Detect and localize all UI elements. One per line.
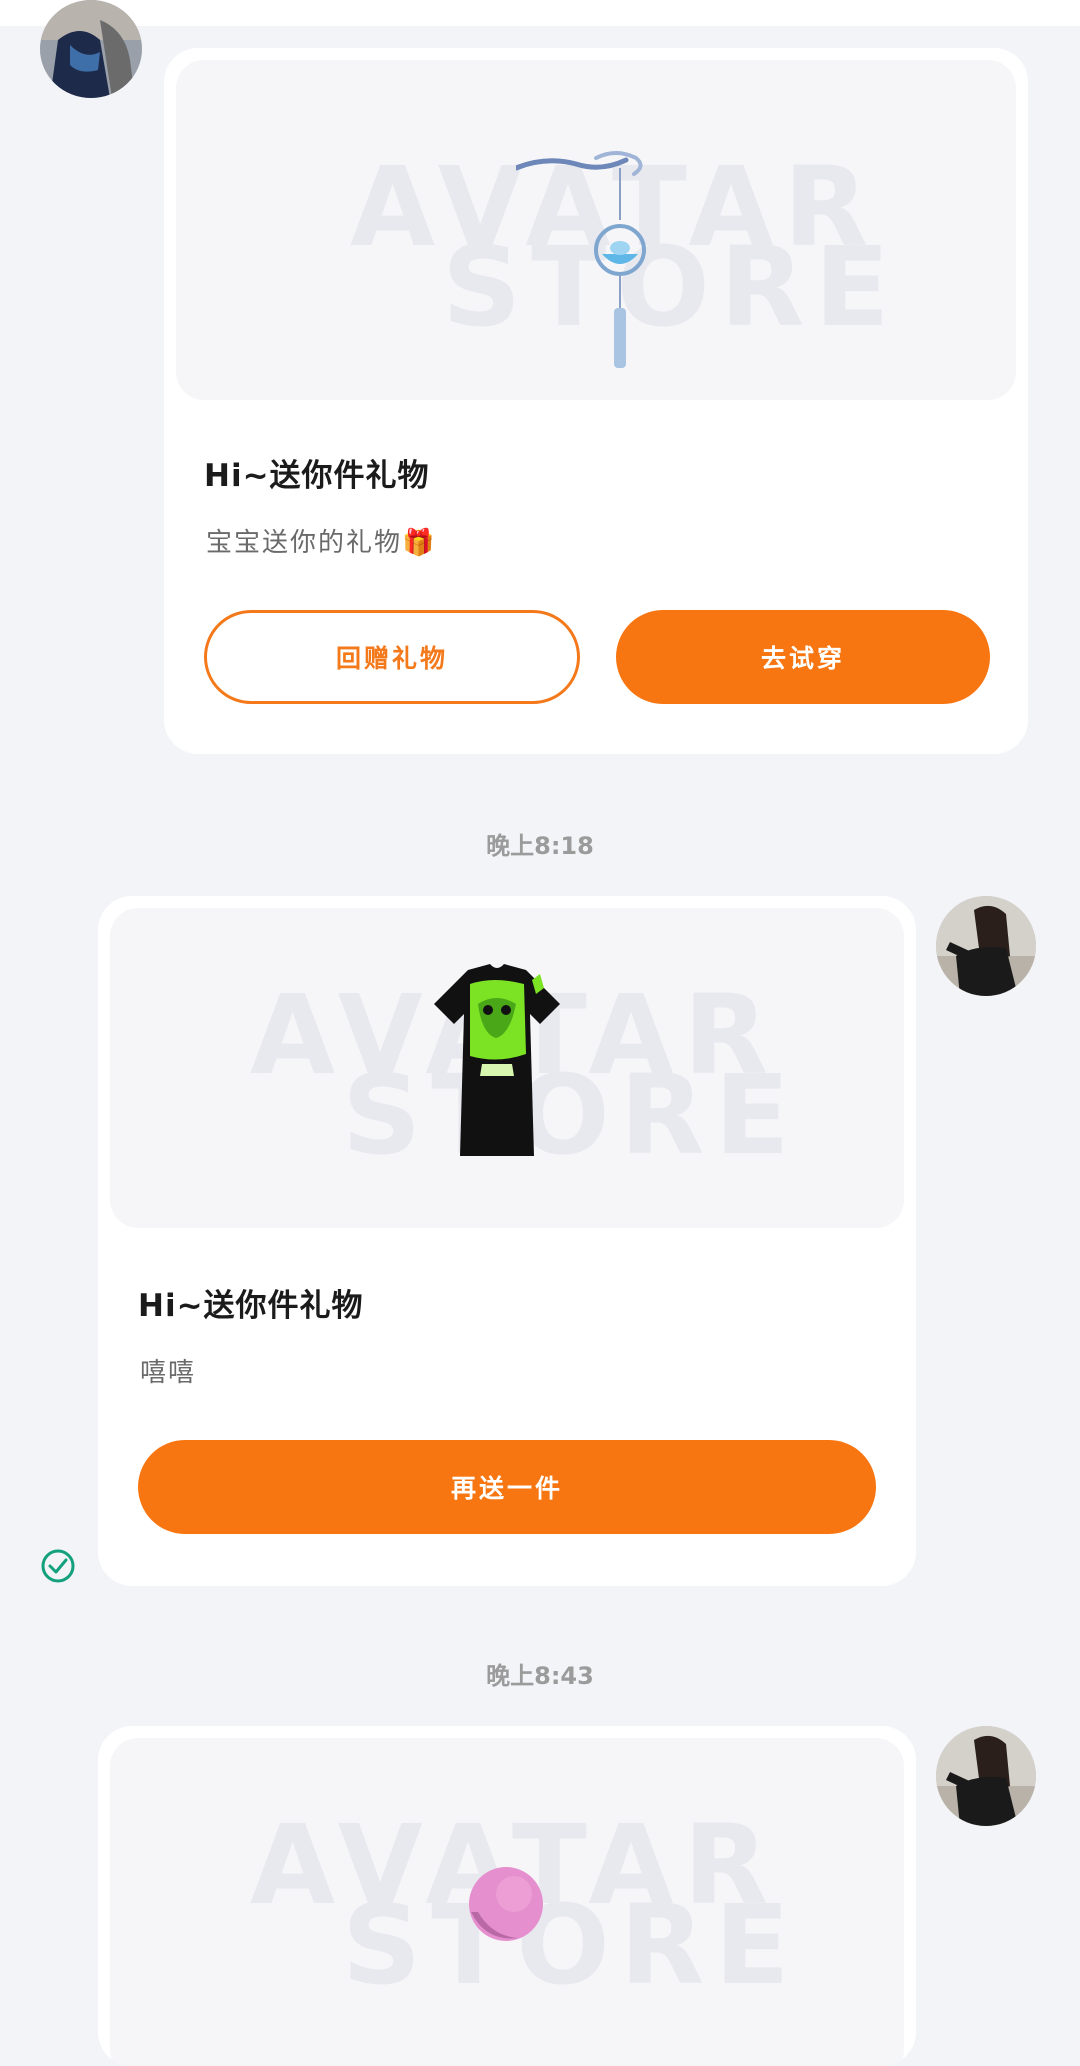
timestamp: 晚上8:18 (486, 832, 594, 860)
gift-card: AVATAR STORE Hi~送你件礼物 嘻嘻 再送一件 (98, 896, 916, 1586)
watermark-store: STORE (342, 1881, 800, 2009)
gift-title: Hi~送你件礼物 (138, 1288, 364, 1324)
top-strip (0, 0, 1080, 26)
gift-card: AVATAR STORE (98, 1726, 916, 2066)
return-gift-button[interactable]: 回赠礼物 (204, 610, 580, 704)
sender-avatar[interactable] (40, 0, 142, 98)
watermark-store: STORE (342, 1051, 800, 1179)
my-avatar[interactable] (936, 1726, 1036, 1826)
gift-message: 宝宝送你的礼物🎁 (206, 528, 437, 558)
gift-preview[interactable]: AVATAR STORE (110, 908, 904, 1228)
wind-chime-icon (516, 151, 646, 368)
pink-ball-icon (469, 1867, 543, 1941)
gift-card: AVATAR STORE Hi~送你件礼物 宝宝送你的礼物🎁 回赠礼物 去试穿 (164, 48, 1028, 754)
send-another-button[interactable]: 再送一件 (138, 1440, 876, 1534)
my-avatar[interactable] (936, 896, 1036, 996)
gift-title: Hi~送你件礼物 (204, 458, 430, 494)
gift-preview[interactable]: AVATAR STORE (110, 1738, 904, 2066)
timestamp: 晚上8:43 (486, 1662, 594, 1690)
check-circle-icon (41, 1549, 75, 1583)
try-on-button[interactable]: 去试穿 (616, 610, 990, 704)
gift-message: 嘻嘻 (140, 1358, 197, 1388)
black-tshirt-dress-icon (434, 964, 560, 1156)
watermark-store: STORE (442, 223, 900, 351)
gift-preview[interactable]: AVATAR STORE (176, 60, 1016, 400)
